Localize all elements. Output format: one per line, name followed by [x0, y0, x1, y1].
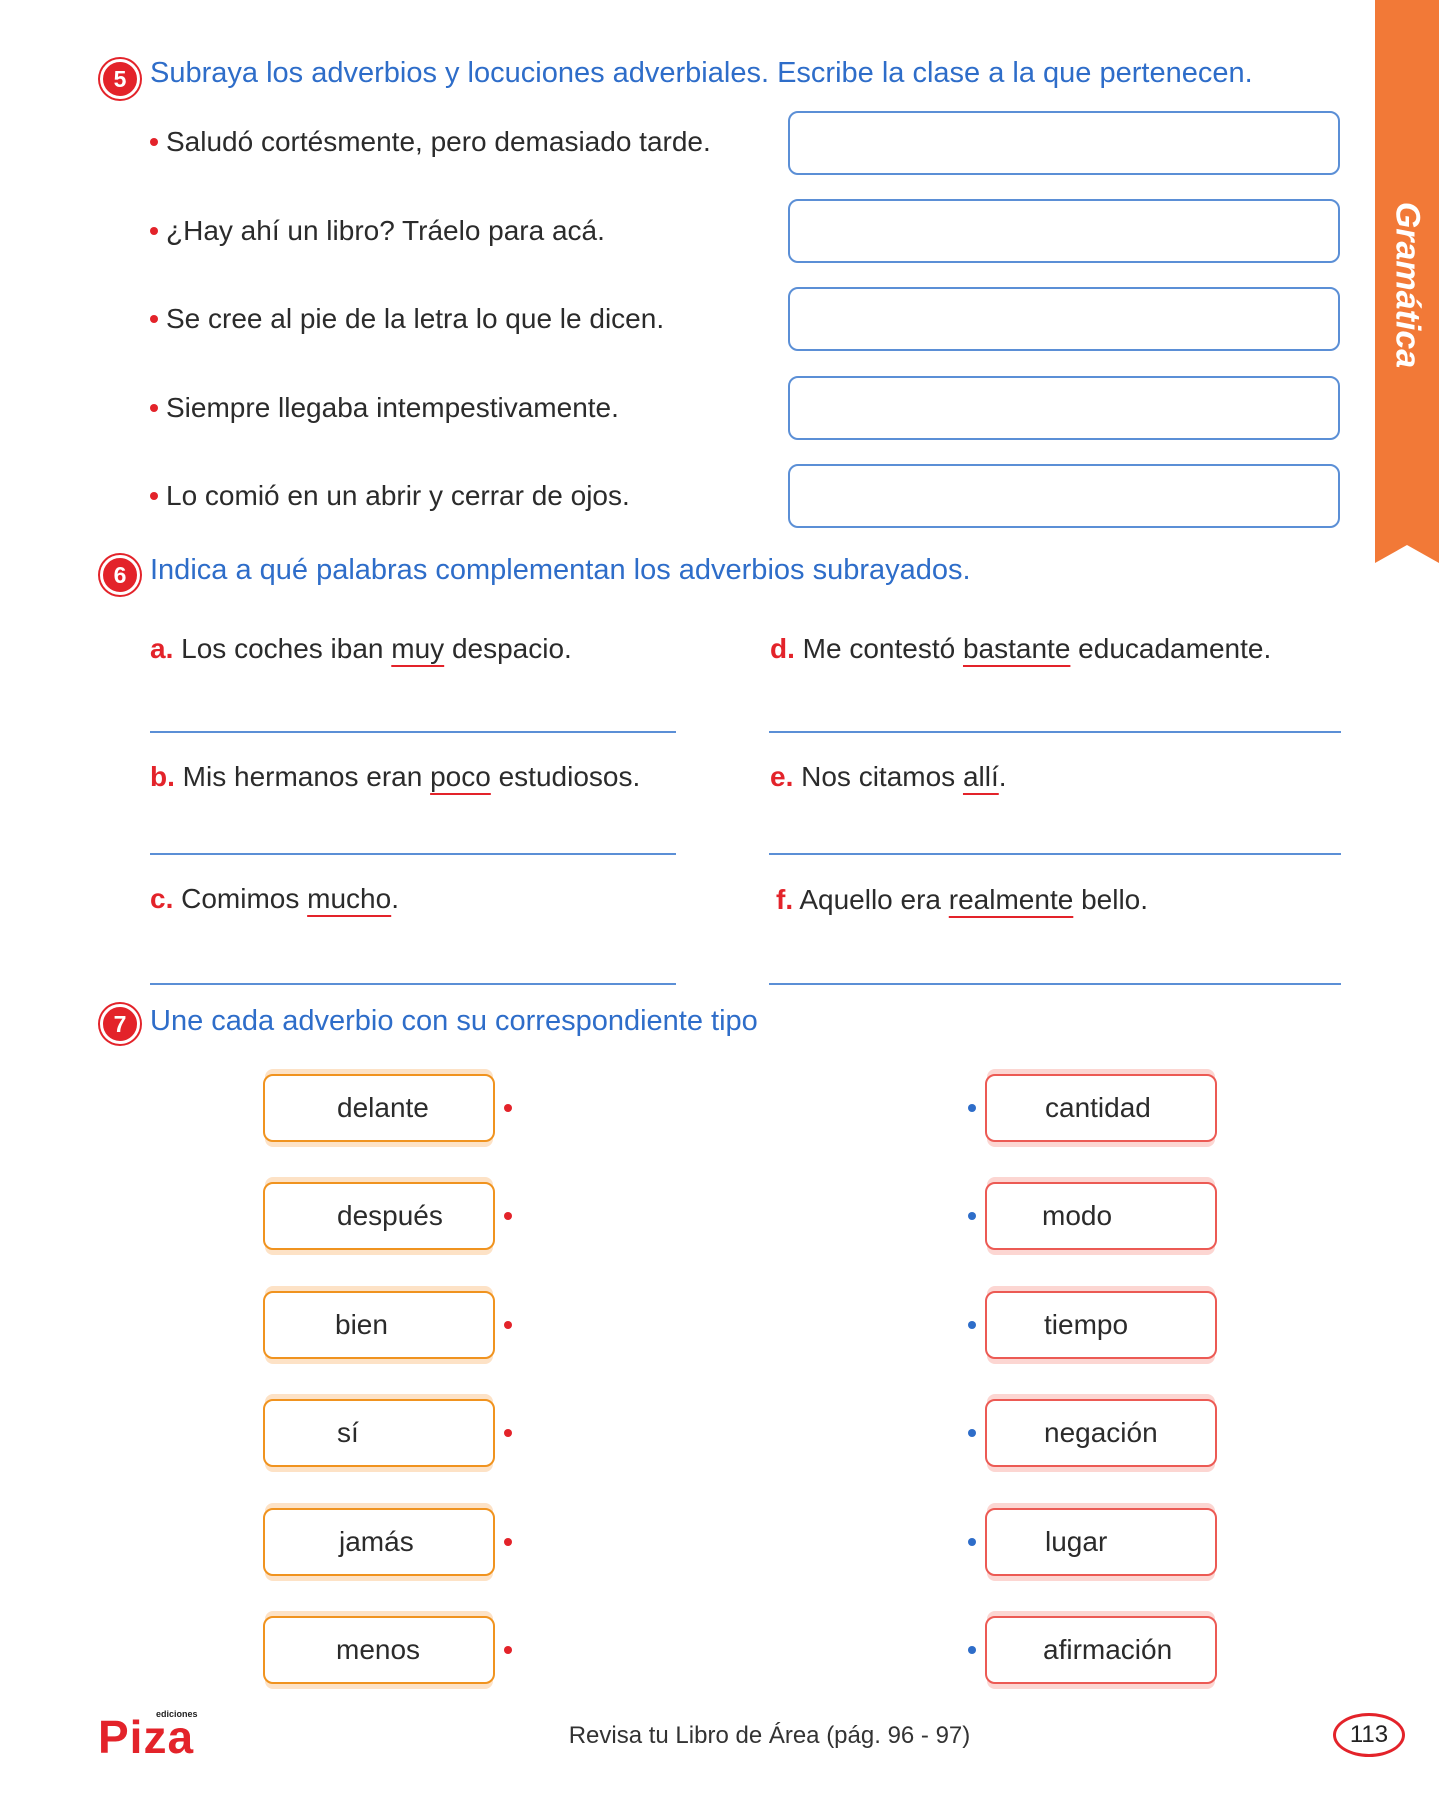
bullet-icon — [150, 403, 158, 412]
ex5-answer-box-5[interactable] — [788, 464, 1340, 528]
ex5-sentence: Se cree al pie de la letra lo que le dic… — [150, 303, 664, 335]
adverb-box-si[interactable]: sí — [263, 1399, 495, 1467]
exercise-7-instruction: Une cada adverbio con su correspondiente… — [150, 1005, 758, 1037]
ex5-sentence: Lo comió en un abrir y cerrar de ojos. — [150, 480, 630, 512]
bullet-icon — [150, 314, 158, 323]
type-dot[interactable] — [968, 1212, 976, 1220]
exercise-5-number: 5 — [100, 59, 140, 99]
ex6-answer-line-c[interactable] — [150, 983, 676, 985]
type-dot[interactable] — [968, 1646, 976, 1654]
ex5-answer-box-4[interactable] — [788, 376, 1340, 440]
adverb-dot[interactable] — [504, 1104, 512, 1112]
ex6-item-d: d. Me contestó bastante educadamente. — [770, 633, 1272, 664]
ex6-answer-line-b[interactable] — [150, 853, 676, 855]
type-box-modo[interactable]: modo — [985, 1182, 1217, 1250]
type-box-negacion[interactable]: negación — [985, 1399, 1217, 1467]
adverb-dot[interactable] — [504, 1646, 512, 1654]
type-dot[interactable] — [968, 1321, 976, 1329]
type-dot[interactable] — [968, 1104, 976, 1112]
adverb-dot[interactable] — [504, 1429, 512, 1437]
section-tab-label: Gramática — [1388, 201, 1427, 369]
type-box-afirmacion[interactable]: afirmación — [985, 1616, 1217, 1684]
type-box-tiempo[interactable]: tiempo — [985, 1291, 1217, 1359]
adverb-dot[interactable] — [504, 1212, 512, 1220]
ex5-answer-box-3[interactable] — [788, 287, 1340, 351]
ex6-item-a: a. Los coches iban muy despacio. — [150, 633, 572, 664]
ex5-sentence: Siempre llegaba intempestivamente. — [150, 392, 619, 424]
ex6-item-f: f. Aquello era realmente bello. — [776, 884, 1149, 915]
ex5-sentence: Saludó cortésmente, pero demasiado tarde… — [150, 126, 711, 158]
ex6-item-c: c. Comimos mucho. — [150, 883, 399, 914]
exercise-6-number: 6 — [100, 555, 140, 595]
adverb-dot[interactable] — [504, 1321, 512, 1329]
adverb-box-delante[interactable]: delante — [263, 1074, 495, 1142]
exercise-5-instruction: Subraya los adverbios y locuciones adver… — [150, 57, 1253, 89]
ex6-answer-line-a[interactable] — [150, 731, 676, 733]
section-tab-point — [1375, 545, 1439, 563]
exercise-6-instruction: Indica a qué palabras complementan los a… — [150, 554, 971, 586]
ex5-answer-box-2[interactable] — [788, 199, 1340, 263]
ex5-sentence: ¿Hay ahí un libro? Tráelo para acá. — [150, 215, 605, 247]
ex6-answer-line-f[interactable] — [769, 983, 1341, 985]
type-dot[interactable] — [968, 1538, 976, 1546]
ex6-answer-line-e[interactable] — [769, 853, 1341, 855]
type-box-lugar[interactable]: lugar — [985, 1508, 1217, 1576]
ex6-answer-line-d[interactable] — [769, 731, 1341, 733]
book-reference: Revisa tu Libro de Área (pág. 96 - 97) — [568, 1722, 971, 1749]
bullet-icon — [150, 491, 158, 500]
adverb-box-bien[interactable]: bien — [263, 1291, 495, 1359]
exercise-7-number: 7 — [100, 1004, 140, 1044]
bullet-icon — [150, 137, 158, 146]
ex5-answer-box-1[interactable] — [788, 111, 1340, 175]
bullet-icon — [150, 226, 158, 235]
adverb-box-jamas[interactable]: jamás — [263, 1508, 495, 1576]
type-dot[interactable] — [968, 1429, 976, 1437]
adverb-dot[interactable] — [504, 1538, 512, 1546]
ex6-item-b: b. Mis hermanos eran poco estudiosos. — [150, 761, 641, 792]
adverb-box-menos[interactable]: menos — [263, 1616, 495, 1684]
adverb-box-despues[interactable]: después — [263, 1182, 495, 1250]
type-box-cantidad[interactable]: cantidad — [985, 1074, 1217, 1142]
page-number: 113 — [1333, 1713, 1405, 1757]
ex6-item-e: e. Nos citamos allí. — [770, 761, 1007, 792]
